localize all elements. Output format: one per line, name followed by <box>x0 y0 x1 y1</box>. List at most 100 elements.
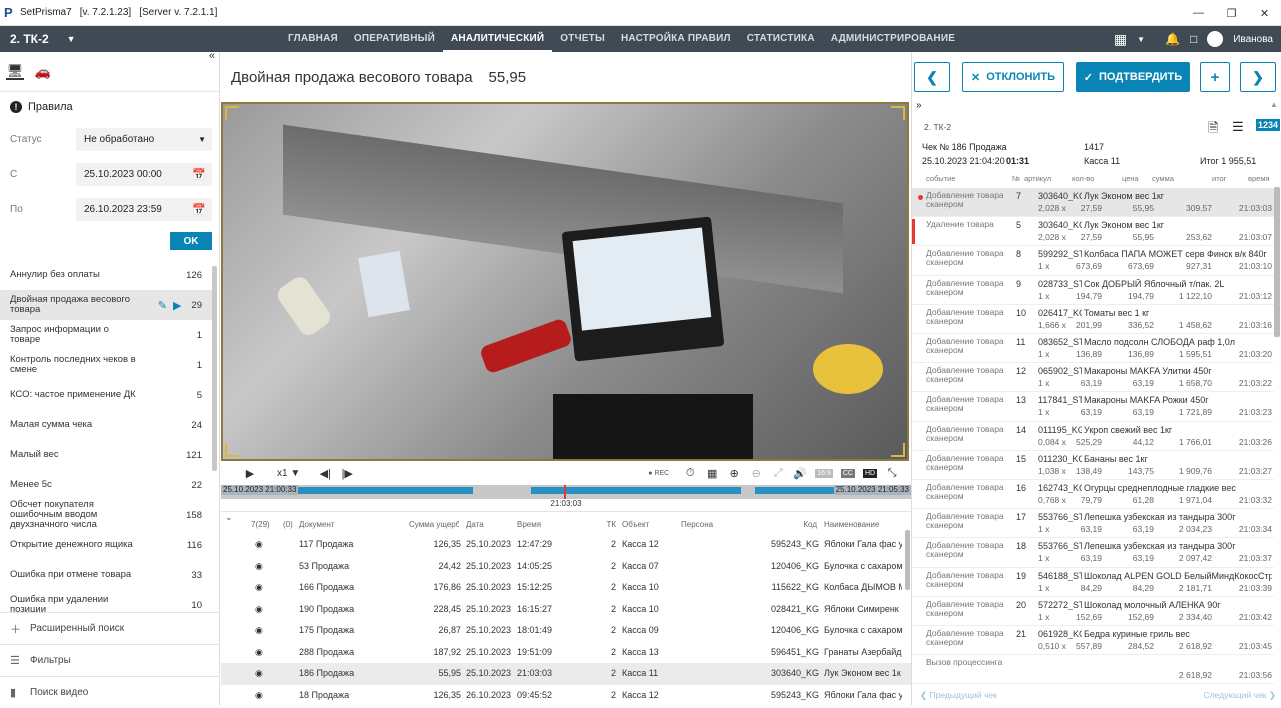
speed-gauge-icon[interactable]: ⏱ <box>679 467 701 480</box>
collapse-left-icon[interactable]: « <box>209 50 215 62</box>
ok-button[interactable]: OK <box>170 232 212 250</box>
rule-item[interactable]: Аннулир без оплаты 126 <box>0 260 212 290</box>
rule-item[interactable]: Открытие денежного ящика 116 <box>0 530 212 560</box>
cc-button[interactable]: CC <box>840 468 855 478</box>
video-timeline[interactable]: 25.10.2023 21:00:33 25.10.2023 21:05:33 <box>221 485 911 499</box>
rule-item[interactable]: Двойная продажа весового товара ✎ ▶ 29 <box>0 290 212 320</box>
eye-icon[interactable]: ◉ <box>255 620 263 641</box>
window-icon[interactable]: □ <box>1190 32 1197 46</box>
table-row[interactable]: ◉ 288 Продажа 187,92 25.10.2023 19:51:09 2 Кас… <box>221 642 911 664</box>
calendar-icon[interactable]: 📅 <box>192 168 206 181</box>
event-row[interactable]: Удаление товара 5 303640_KG Лук Эконом вес … <box>912 217 1274 247</box>
playhead[interactable] <box>564 485 566 499</box>
rule-item[interactable]: Малый вес 121 <box>0 440 212 470</box>
step-forward-icon[interactable]: |▶ <box>336 467 358 480</box>
fit-icon[interactable]: ⤢ <box>767 467 789 480</box>
table-row[interactable]: ◉ 53 Продажа 24,42 25.10.2023 14:05:25 2 Касса… <box>221 556 911 578</box>
eye-icon[interactable]: ◉ <box>255 556 263 577</box>
table-row[interactable]: ◉ 117 Продажа 126,35 25.10.2023 12:47:29 2 Кас… <box>221 534 911 556</box>
grid-header[interactable]: Персона <box>681 518 751 532</box>
chevron-down-icon[interactable]: ▼ <box>1137 35 1145 44</box>
table-row[interactable]: ◉ 175 Продажа 26,87 25.10.2023 18:01:49 2 Касс… <box>221 620 911 642</box>
zoom-out-icon[interactable]: ⊖ <box>745 467 767 480</box>
list-icon[interactable]: ☰ <box>1232 119 1244 135</box>
eye-icon[interactable]: ◉ <box>255 577 263 598</box>
grid-header[interactable]: Сумма ущерба <box>409 518 459 532</box>
grid-scrollbar[interactable] <box>905 530 910 590</box>
pencil-icon[interactable]: ✎ <box>158 299 167 312</box>
event-row[interactable]: Добавление товара сканером 19 546188_ST Шок… <box>912 568 1274 597</box>
restore-icon[interactable]: ❐ <box>1215 0 1248 26</box>
zoom-in-icon[interactable]: ⊕ <box>723 467 745 480</box>
event-row[interactable]: Добавление товара сканером 16 162743_KG Огу… <box>912 480 1274 510</box>
rule-item[interactable]: Обсчет покупателя ошибочным вводом двухз… <box>0 500 212 530</box>
eye-icon[interactable]: ◉ <box>255 534 263 555</box>
play-icon[interactable]: ▶ <box>239 467 261 480</box>
hd-button[interactable]: HD <box>862 468 878 478</box>
grid-header[interactable]: Наименование <box>824 518 910 532</box>
event-row[interactable]: Добавление товара сканером 7 303640_KG Лук … <box>912 188 1274 218</box>
play-circle-icon[interactable]: ▶ <box>173 299 181 312</box>
event-row[interactable]: Добавление товара сканером 14 011195_KG Укр… <box>912 422 1274 451</box>
nav-tab[interactable]: АНАЛИТИЧЕСКИЙ <box>443 26 553 52</box>
calendar-icon[interactable]: 📅 <box>192 203 206 216</box>
fullscreen-icon[interactable]: ⤡ <box>881 467 903 480</box>
rule-item[interactable]: КСО: частое применение ДК 5 <box>0 380 212 410</box>
grid-header[interactable]: Время <box>517 518 587 532</box>
from-date-field[interactable]: 25.10.2023 00:00 📅 <box>76 163 212 186</box>
event-row[interactable]: Добавление товара сканером 20 572272_ST Шок… <box>912 597 1274 626</box>
speed-select[interactable]: х1 ▼ <box>277 468 300 479</box>
avatar[interactable] <box>1207 31 1224 47</box>
event-row[interactable]: Добавление товара сканером 8 599292_ST Колб… <box>912 246 1274 276</box>
rules-scrollbar[interactable] <box>212 266 217 471</box>
layout-grid-icon[interactable]: ▦ <box>1114 31 1127 48</box>
eye-icon[interactable]: ◉ <box>255 642 263 663</box>
advanced-search-button[interactable]: ＋ Расширенный поиск <box>0 612 220 644</box>
confirm-button[interactable]: ✓ ПОДТВЕРДИТЬ <box>1076 62 1190 92</box>
close-icon[interactable]: ✕ <box>1248 0 1281 26</box>
add-button[interactable]: + <box>1200 62 1230 92</box>
table-row[interactable]: ◉ 190 Продажа 228,45 25.10.2023 16:15:27 2 Кас… <box>221 599 911 621</box>
eye-icon[interactable]: ◉ <box>255 685 263 706</box>
rule-item[interactable]: Запрос информации о товаре 1 <box>0 320 212 350</box>
next-check-link[interactable]: Следующий чек ❯ <box>1204 690 1276 701</box>
scroll-up-icon[interactable]: ▲ <box>1270 100 1278 109</box>
numeric-mode-button[interactable]: 1234 <box>1256 119 1281 131</box>
event-row[interactable]: Добавление товара сканером 12 065902_ST Мак… <box>912 363 1274 393</box>
car-icon[interactable]: 🚗 <box>34 64 52 80</box>
user-name[interactable]: Иванова <box>1233 34 1273 45</box>
reject-button[interactable]: ✕ ОТКЛОНИТЬ <box>962 62 1064 92</box>
nav-tab[interactable]: СТАТИСТИКА <box>739 26 823 52</box>
step-back-icon[interactable]: ◀| <box>314 467 336 480</box>
nav-tab[interactable]: ГЛАВНАЯ <box>280 26 346 52</box>
grid-header[interactable]: ТК <box>606 518 616 532</box>
camera-icon[interactable]: ▦ <box>701 467 723 480</box>
grid-header[interactable]: Объект <box>622 518 677 532</box>
document-icon[interactable]: 🗎 <box>1208 119 1218 141</box>
grid-header[interactable]: Дата <box>466 518 514 532</box>
nav-tab[interactable]: НАСТРОЙКА ПРАВИЛ <box>613 26 739 52</box>
rule-item[interactable]: Контроль последних чеков в смене 1 <box>0 350 212 380</box>
rule-item[interactable]: Малая сумма чека 24 <box>0 410 212 440</box>
grid-header[interactable]: Документ <box>299 518 399 532</box>
video-search-button[interactable]: ▮ Поиск видео <box>0 676 220 708</box>
rule-item[interactable]: Менее 5с 22 <box>0 470 212 500</box>
events-scrollbar[interactable] <box>1274 187 1280 337</box>
table-row[interactable]: ◉ 186 Продажа 55,95 25.10.2023 21:03:03 2 Касс… <box>221 663 911 685</box>
prev-incident-button[interactable]: ❮ <box>914 62 950 92</box>
next-incident-button[interactable]: ❯ <box>1240 62 1276 92</box>
nav-tab[interactable]: АДМИНИСТРИРОВАНИЕ <box>823 26 963 52</box>
event-row[interactable]: Добавление товара сканером 13 117841_ST Мак… <box>912 392 1274 422</box>
aspect-ratio-button[interactable]: 16:9 <box>815 468 833 478</box>
nav-tab[interactable]: ОТЧЕТЫ <box>552 26 613 52</box>
eye-icon[interactable]: ◉ <box>255 599 263 620</box>
grid-header[interactable]: (0) <box>283 518 297 532</box>
rule-item[interactable]: Ошибка при отмене товара 33 <box>0 560 212 590</box>
event-row[interactable]: Добавление товара сканером 10 026417_KG Том… <box>912 305 1274 334</box>
grid-header[interactable]: 7(29) <box>251 518 273 532</box>
status-select[interactable]: Не обработано ▼ <box>76 128 212 151</box>
volume-icon[interactable]: 🔊 <box>789 467 811 480</box>
event-row[interactable]: Вызов процессинга 2 618,92 21:03:56 <box>912 655 1274 685</box>
event-row[interactable]: Добавление товара сканером 17 553766_ST Леп… <box>912 509 1274 539</box>
event-row[interactable]: Добавление товара сканером 11 083652_ST Мас… <box>912 334 1274 364</box>
